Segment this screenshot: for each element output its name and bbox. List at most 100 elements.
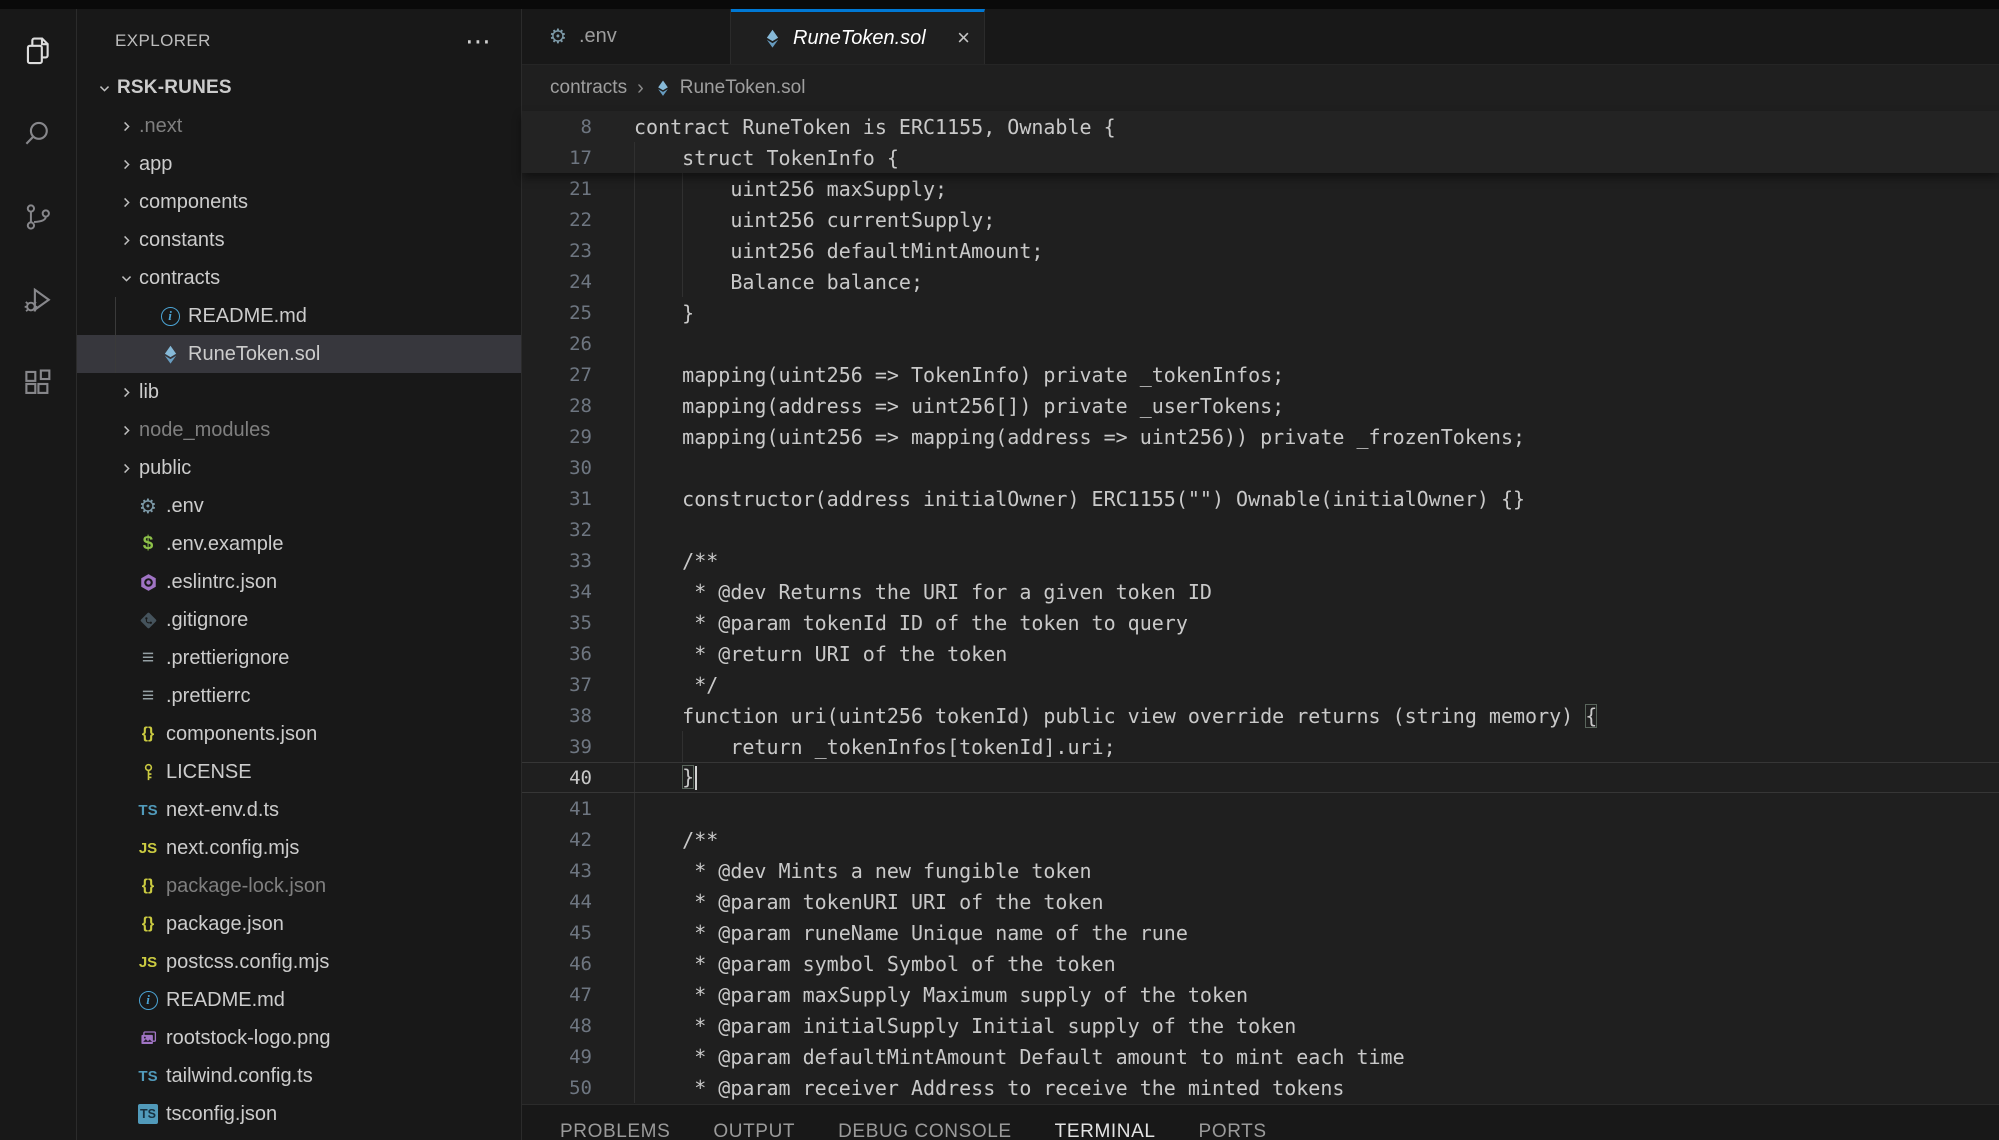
panel-tab-output[interactable]: OUTPUT bbox=[713, 1105, 795, 1140]
folder-app[interactable]: app bbox=[77, 145, 521, 183]
file--gitignore[interactable]: .gitignore bbox=[77, 601, 521, 639]
indent-guide bbox=[634, 855, 635, 886]
indent-guide bbox=[682, 731, 683, 762]
line-number: 34 bbox=[522, 581, 592, 603]
folder--next[interactable]: .next bbox=[77, 107, 521, 145]
file-rootstock-logo-png[interactable]: rootstock-logo.png bbox=[77, 1019, 521, 1057]
line-number: 32 bbox=[522, 519, 592, 541]
line-number: 46 bbox=[522, 953, 592, 975]
indent-guide bbox=[634, 824, 635, 855]
folder-node-modules[interactable]: node_modules bbox=[77, 411, 521, 449]
folder-components[interactable]: components bbox=[77, 183, 521, 221]
tab-runetoken-sol[interactable]: RuneToken.sol× bbox=[731, 9, 985, 64]
folder-rsk-runes[interactable]: RSK-RUNES bbox=[77, 69, 521, 107]
file-package-json[interactable]: {}package.json bbox=[77, 905, 521, 943]
file--env-example[interactable]: $.env.example bbox=[77, 525, 521, 563]
file--prettierignore[interactable]: ≡.prettierignore bbox=[77, 639, 521, 677]
code-line-24: 24 Balance balance; bbox=[522, 266, 1999, 297]
tree-item-label: public bbox=[139, 457, 191, 480]
line-number: 43 bbox=[522, 860, 592, 882]
prettier-icon: ≡ bbox=[137, 647, 159, 669]
activity-explorer-icon[interactable] bbox=[0, 9, 76, 92]
file--env[interactable]: ⚙.env bbox=[77, 487, 521, 525]
tree-item-label: RSK-RUNES bbox=[117, 77, 232, 99]
code-line-38: 38 function uri(uint256 tokenId) public … bbox=[522, 700, 1999, 731]
file-next-env-d-ts[interactable]: TSnext-env.d.ts bbox=[77, 791, 521, 829]
code-text: return _tokenInfos[tokenId].uri; bbox=[634, 735, 1116, 759]
line-number: 17 bbox=[522, 147, 592, 169]
folder-public[interactable]: public bbox=[77, 449, 521, 487]
file--eslintrc-json[interactable]: .eslintrc.json bbox=[77, 563, 521, 601]
tree-item-label: .gitignore bbox=[166, 609, 248, 632]
code-text: /** bbox=[634, 549, 718, 573]
line-number: 24 bbox=[522, 271, 592, 293]
activity-source-control-icon[interactable] bbox=[0, 175, 76, 258]
code-text: } bbox=[634, 301, 694, 325]
line-number: 33 bbox=[522, 550, 592, 572]
tree-item-label: constants bbox=[139, 229, 225, 252]
file-postcss-config-mjs[interactable]: JSpostcss.config.mjs bbox=[77, 943, 521, 981]
indent-guide bbox=[634, 763, 635, 792]
braces-icon: {} bbox=[137, 723, 159, 745]
more-actions-icon[interactable]: ⋯ bbox=[465, 36, 491, 46]
gear-icon: ⚙ bbox=[547, 26, 569, 48]
file-readme-md[interactable]: iREADME.md bbox=[77, 981, 521, 1019]
sticky-scroll[interactable]: 8contract RuneToken is ERC1155, Ownable … bbox=[522, 111, 1999, 173]
breadcrumb-folder[interactable]: contracts bbox=[550, 77, 627, 99]
panel-tab-debug-console[interactable]: DEBUG CONSOLE bbox=[838, 1105, 1012, 1140]
code-line-23: 23 uint256 defaultMintAmount; bbox=[522, 235, 1999, 266]
tree-item-label: tailwind.config.ts bbox=[166, 1065, 313, 1088]
panel-tab-problems[interactable]: PROBLEMS bbox=[560, 1105, 670, 1140]
indent-guide bbox=[634, 266, 635, 297]
indent-guide bbox=[634, 421, 635, 452]
eslint-icon bbox=[137, 571, 159, 593]
file--prettierrc[interactable]: ≡.prettierrc bbox=[77, 677, 521, 715]
code-line-32: 32 bbox=[522, 514, 1999, 545]
panel-tab-ports[interactable]: PORTS bbox=[1199, 1105, 1267, 1140]
tab--env[interactable]: ⚙.env bbox=[522, 9, 731, 64]
activity-extensions-icon[interactable] bbox=[0, 341, 76, 424]
indent-guide bbox=[634, 576, 635, 607]
file-readme-md[interactable]: iREADME.md bbox=[77, 297, 521, 335]
prettier-icon: ≡ bbox=[137, 685, 159, 707]
file-package-lock-json[interactable]: {}package-lock.json bbox=[77, 867, 521, 905]
activity-run-and-debug-icon[interactable] bbox=[0, 258, 76, 341]
indent-guide bbox=[682, 173, 683, 204]
panel-tab-terminal[interactable]: TERMINAL bbox=[1055, 1105, 1156, 1140]
tree-item-label: .eslintrc.json bbox=[166, 571, 277, 594]
breadcrumb-file[interactable]: RuneToken.sol bbox=[680, 77, 806, 99]
file-components-json[interactable]: {}components.json bbox=[77, 715, 521, 753]
file-next-config-mjs[interactable]: JSnext.config.mjs bbox=[77, 829, 521, 867]
chevron-down-icon bbox=[113, 270, 139, 287]
folder-constants[interactable]: constants bbox=[77, 221, 521, 259]
code-text: * @dev Mints a new fungible token bbox=[634, 859, 1092, 883]
file-tsconfig-json[interactable]: TStsconfig.json bbox=[77, 1095, 521, 1133]
folder-contracts[interactable]: contracts bbox=[77, 259, 521, 297]
code-line-40: 40 } bbox=[522, 762, 1999, 793]
indent-guide bbox=[634, 1010, 635, 1041]
activity-search-icon[interactable] bbox=[0, 92, 76, 175]
indent-guide bbox=[634, 359, 635, 390]
tree-item-label: .next bbox=[139, 115, 182, 138]
indent-guide bbox=[682, 204, 683, 235]
info-icon: i bbox=[159, 305, 181, 327]
close-icon[interactable]: × bbox=[957, 25, 970, 51]
code-line-37: 37 */ bbox=[522, 669, 1999, 700]
code-text: mapping(address => uint256[]) private _u… bbox=[634, 394, 1284, 418]
line-number: 31 bbox=[522, 488, 592, 510]
file-runetoken-sol[interactable]: RuneToken.sol bbox=[77, 335, 521, 373]
chevron-right-icon bbox=[113, 384, 139, 401]
code-line-48: 48 * @param initialSupply Initial supply… bbox=[522, 1010, 1999, 1041]
file-license[interactable]: LICENSE bbox=[77, 753, 521, 791]
code-text: } bbox=[634, 765, 697, 791]
code-editor[interactable]: 21 uint256 maxSupply;22 uint256 currentS… bbox=[522, 173, 1999, 1104]
indent-guide bbox=[115, 297, 116, 335]
tree-item-label: app bbox=[139, 153, 172, 176]
tree-item-label: lib bbox=[139, 381, 159, 404]
bottom-panel: PROBLEMS OUTPUT DEBUG CONSOLE TERMINAL PORTS bbox=[522, 1104, 1999, 1140]
code-line-30: 30 bbox=[522, 452, 1999, 483]
folder-lib[interactable]: lib bbox=[77, 373, 521, 411]
indent-guide bbox=[634, 1041, 635, 1072]
file-tailwind-config-ts[interactable]: TStailwind.config.ts bbox=[77, 1057, 521, 1095]
line-number: 42 bbox=[522, 829, 592, 851]
